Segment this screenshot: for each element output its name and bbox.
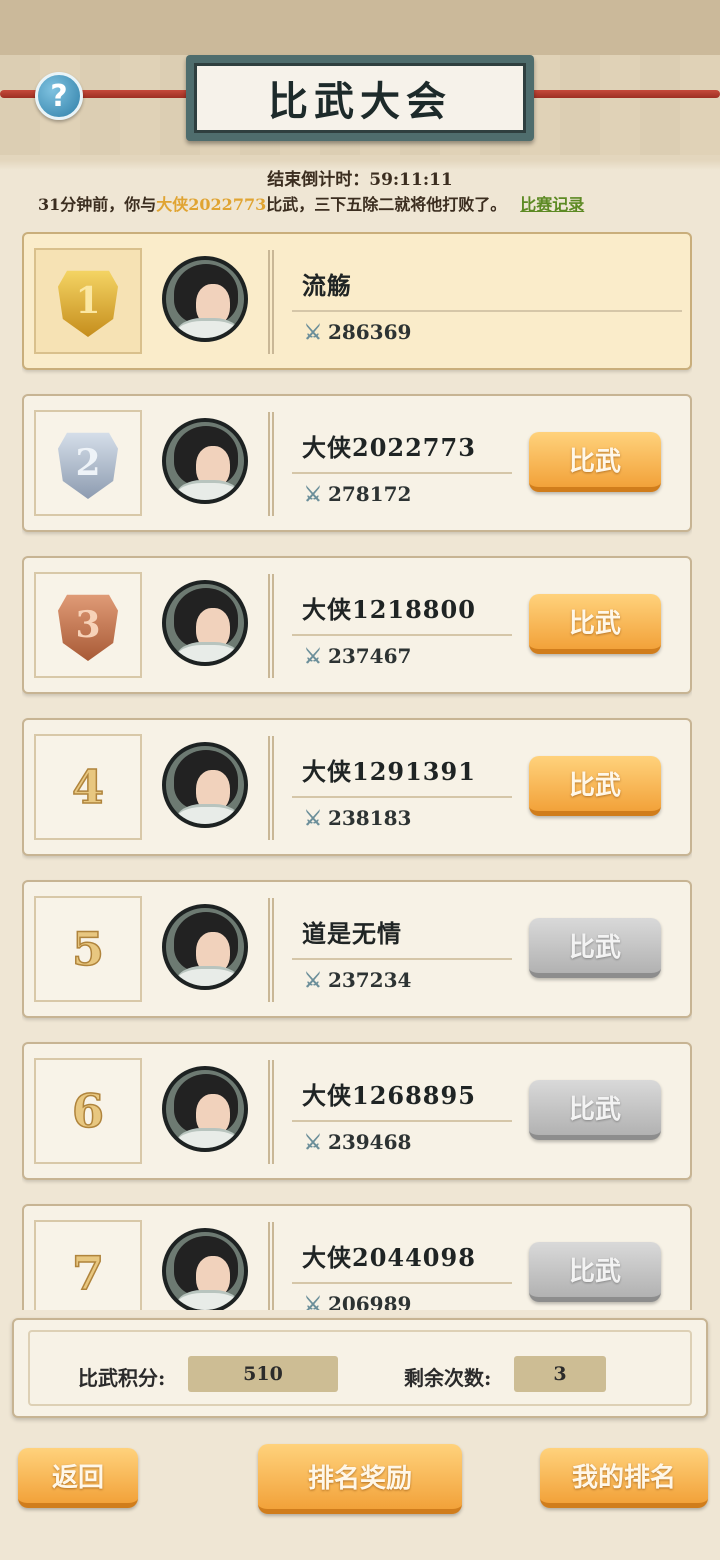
power-value: ⚔ 237467 bbox=[304, 644, 412, 668]
power-value: ⚔ 286369 bbox=[304, 320, 412, 344]
challenge-button[interactable]: 比武 bbox=[529, 594, 661, 654]
help-button[interactable]: ? bbox=[35, 72, 83, 120]
rank-badge: 7 bbox=[34, 1220, 142, 1310]
rank-number: 4 bbox=[71, 759, 105, 815]
news-text-before: 31分钟前，你与 bbox=[38, 195, 157, 214]
challenge-button-disabled[interactable]: 比武 bbox=[529, 918, 661, 978]
ranking-card-7: 7 大侠2044098 ⚔ 206989 比武 bbox=[22, 1204, 692, 1310]
ranking-list[interactable]: 1 流觞 ⚔ 286369 2 大侠2022773 ⚔ 278172 比武 3 大侠… bbox=[22, 232, 692, 1310]
remaining-attempts-label: 剩余次数: bbox=[404, 1366, 492, 1390]
title-plate: 比武大会 bbox=[186, 55, 534, 141]
back-button[interactable]: 返回 bbox=[18, 1448, 138, 1508]
power-value: ⚔ 239468 bbox=[304, 1130, 412, 1154]
crossed-swords-icon: ⚔ bbox=[304, 644, 322, 668]
challenge-button[interactable]: 比武 bbox=[529, 432, 661, 492]
player-name: 大侠1218800 bbox=[302, 595, 476, 624]
avatar[interactable] bbox=[162, 256, 248, 342]
rank-number: 7 bbox=[71, 1245, 105, 1301]
rank-badge: 3 bbox=[34, 572, 142, 678]
silver-medal-icon: 2 bbox=[58, 432, 118, 499]
avatar[interactable] bbox=[162, 1228, 248, 1310]
remaining-attempts-value: 3 bbox=[514, 1356, 606, 1392]
match-record-link[interactable]: 比赛记录 bbox=[520, 195, 584, 214]
rank-number: 6 bbox=[71, 1083, 105, 1139]
score-value: 510 bbox=[188, 1356, 338, 1392]
rank-badge: 6 bbox=[34, 1058, 142, 1164]
player-name: 大侠2044098 bbox=[302, 1243, 476, 1272]
my-ranking-button[interactable]: 我的排名 bbox=[540, 1448, 708, 1508]
challenge-button-disabled[interactable]: 比武 bbox=[529, 1080, 661, 1140]
ranking-card-2: 2 大侠2022773 ⚔ 278172 比武 bbox=[22, 394, 692, 532]
page-title: 比武大会 bbox=[194, 63, 526, 133]
avatar[interactable] bbox=[162, 418, 248, 504]
score-label: 比武积分: bbox=[78, 1366, 166, 1390]
crossed-swords-icon: ⚔ bbox=[304, 320, 322, 344]
challenge-button-disabled[interactable]: 比武 bbox=[529, 1242, 661, 1302]
power-value: ⚔ 278172 bbox=[304, 482, 412, 506]
power-value: ⚔ 237234 bbox=[304, 968, 412, 992]
avatar[interactable] bbox=[162, 1066, 248, 1152]
ranking-card-6: 6 大侠1268895 ⚔ 239468 比武 bbox=[22, 1042, 692, 1180]
divider bbox=[268, 250, 274, 354]
bronze-medal-icon: 3 bbox=[58, 594, 118, 661]
rank-badge: 4 bbox=[34, 734, 142, 840]
rank-badge: 1 bbox=[34, 248, 142, 354]
crossed-swords-icon: ⚔ bbox=[304, 806, 322, 830]
status-panel: 比武积分: 510 剩余次数: 3 bbox=[12, 1318, 708, 1418]
crossed-swords-icon: ⚔ bbox=[304, 1292, 322, 1310]
rank-badge: 5 bbox=[34, 896, 142, 1002]
gold-medal-icon: 1 bbox=[58, 270, 118, 337]
rank-number: 5 bbox=[71, 921, 105, 977]
player-name: 大侠1291391 bbox=[302, 757, 476, 786]
avatar[interactable] bbox=[162, 904, 248, 990]
news-text-after: 比武，三下五除二就将他打败了。 bbox=[266, 195, 507, 214]
question-icon: ? bbox=[50, 78, 68, 114]
avatar[interactable] bbox=[162, 742, 248, 828]
player-name: 大侠2022773 bbox=[302, 433, 476, 462]
ranking-card-3: 3 大侠1218800 ⚔ 237467 比武 bbox=[22, 556, 692, 694]
crossed-swords-icon: ⚔ bbox=[304, 482, 322, 506]
rank-badge: 2 bbox=[34, 410, 142, 516]
ranking-card-5: 5 道是无情 ⚔ 237234 比武 bbox=[22, 880, 692, 1018]
ranking-rewards-button[interactable]: 排名奖励 bbox=[258, 1444, 462, 1514]
ranking-card-1: 1 流觞 ⚔ 286369 bbox=[22, 232, 692, 370]
ranking-card-4: 4 大侠1291391 ⚔ 238183 比武 bbox=[22, 718, 692, 856]
challenge-button[interactable]: 比武 bbox=[529, 756, 661, 816]
player-name: 道是无情 bbox=[302, 919, 402, 948]
crossed-swords-icon: ⚔ bbox=[304, 968, 322, 992]
countdown-timer: 结束倒计时：59:11:11 bbox=[267, 170, 453, 190]
avatar[interactable] bbox=[162, 580, 248, 666]
player-name: 大侠1268895 bbox=[302, 1081, 476, 1110]
news-opponent-name[interactable]: 大侠2022773 bbox=[156, 195, 266, 214]
crossed-swords-icon: ⚔ bbox=[304, 1130, 322, 1154]
player-name: 流觞 bbox=[302, 271, 352, 300]
power-value: ⚔ 238183 bbox=[304, 806, 412, 830]
power-value: ⚔ 206989 bbox=[304, 1292, 411, 1310]
battle-news: 31分钟前，你与大侠2022773比武，三下五除二就将他打败了。 比赛记录 bbox=[38, 191, 698, 215]
